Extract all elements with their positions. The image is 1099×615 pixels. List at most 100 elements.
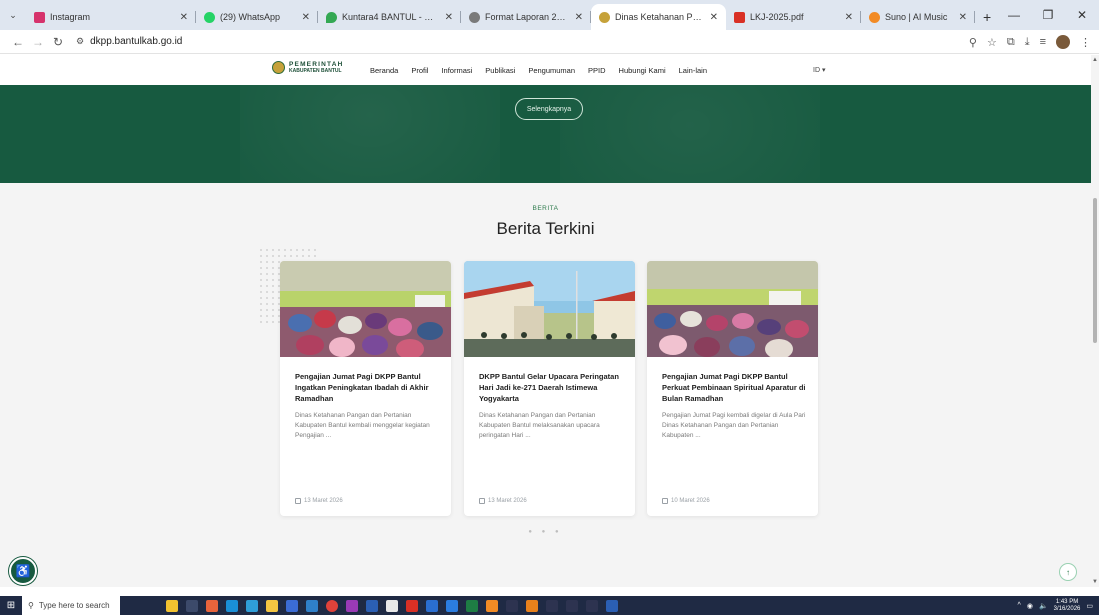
acrobat-icon[interactable] xyxy=(406,599,418,612)
news-card[interactable]: Pengajian Jumat Pagi DKPP Bantul Perkuat… xyxy=(647,261,818,516)
tray-chevron-up-icon[interactable]: ^ xyxy=(1018,602,1021,609)
tab-search-chevron-icon[interactable]: ⌄ xyxy=(0,0,26,30)
close-tab-icon[interactable]: ✕ xyxy=(845,12,853,23)
nav-lain-lain[interactable]: Lain-lain xyxy=(679,66,707,75)
tab-whatsapp[interactable]: (29) WhatsApp ✕ xyxy=(196,4,318,30)
reload-icon[interactable]: ↻ xyxy=(48,35,68,49)
nav-publikasi[interactable]: Publikasi xyxy=(485,66,515,75)
close-tab-icon[interactable]: ✕ xyxy=(302,12,310,23)
maximize-icon[interactable]: ❐ xyxy=(1031,0,1065,30)
close-tab-icon[interactable]: ✕ xyxy=(959,12,967,23)
nav-ppid[interactable]: PPID xyxy=(588,66,606,75)
illustrator-icon[interactable] xyxy=(526,599,538,612)
close-window-icon[interactable]: ✕ xyxy=(1065,0,1099,30)
capcut-icon-4[interactable] xyxy=(586,599,598,612)
pen-icon[interactable] xyxy=(386,599,398,612)
chrome-profile-icon[interactable] xyxy=(426,599,438,612)
news-photo-pengajian-aparatur[interactable] xyxy=(647,261,818,357)
site-settings-icon[interactable]: ⚙ xyxy=(76,36,84,47)
scrollbar-thumb[interactable] xyxy=(1093,198,1097,343)
premiere-icon[interactable] xyxy=(346,599,358,612)
capcut-icon-2[interactable] xyxy=(546,599,558,612)
bookmark-star-icon[interactable]: ☆ xyxy=(987,36,997,49)
chevron-down-icon: ▾ xyxy=(822,67,826,74)
news-card[interactable]: DKPP Bantul Gelar Upacara Peringatan Har… xyxy=(464,261,635,516)
carousel-pagination-dots[interactable]: ● ● ● xyxy=(0,529,1091,535)
photoshop-icon[interactable] xyxy=(366,599,378,612)
tab-google-maps[interactable]: Kuntara4 BANTUL - Google Ma ✕ xyxy=(318,4,461,30)
page-scrollbar[interactable]: ▲ ▼ xyxy=(1091,55,1099,587)
tab-lkj-pdf[interactable]: LKJ-2025.pdf ✕ xyxy=(726,4,861,30)
windows-start-icon[interactable]: ⊞ xyxy=(0,596,22,615)
url-field[interactable]: ⚙ dkpp.bantulkab.go.id xyxy=(76,36,182,47)
vlc-icon[interactable] xyxy=(486,599,498,612)
close-tab-icon[interactable]: ✕ xyxy=(710,12,718,23)
arrow-up-icon: ↑ xyxy=(1066,567,1070,577)
nav-beranda[interactable]: Beranda xyxy=(370,66,398,75)
scroll-down-arrow-icon[interactable]: ▼ xyxy=(1091,579,1099,585)
pdf-icon xyxy=(734,11,745,23)
volume-icon[interactable]: 🔈 xyxy=(1039,602,1048,610)
news-photo-upacara[interactable] xyxy=(464,261,635,357)
profile-avatar[interactable] xyxy=(1056,35,1070,49)
taskbar-search-box[interactable]: ⚲ Type here to search xyxy=(22,596,120,615)
minimize-icon[interactable]: — xyxy=(997,0,1031,30)
extensions-icon[interactable]: ⧉ xyxy=(1007,36,1015,49)
tab-title: Kuntara4 BANTUL - Google Ma xyxy=(342,12,440,22)
network-icon[interactable]: ◉ xyxy=(1027,602,1033,610)
store-icon[interactable] xyxy=(286,599,298,612)
chrome-icon[interactable] xyxy=(326,599,338,612)
nav-informasi[interactable]: Informasi xyxy=(441,66,472,75)
edge-icon[interactable] xyxy=(246,599,258,612)
accessibility-button[interactable]: ♿ xyxy=(9,557,37,585)
mail-icon[interactable] xyxy=(226,599,238,612)
clock-time: 1:43 PM xyxy=(1055,598,1079,605)
nav-profil[interactable]: Profil xyxy=(411,66,428,75)
taskbar-clock[interactable]: 1:43 PM 3/16/2026 xyxy=(1054,599,1081,613)
nav-pengumuman[interactable]: Pengumuman xyxy=(528,66,575,75)
calendar-icon xyxy=(479,498,485,504)
close-tab-icon[interactable]: ✕ xyxy=(180,12,188,23)
task-view-icon[interactable] xyxy=(186,599,198,612)
copilot-icon[interactable] xyxy=(206,599,218,612)
close-tab-icon[interactable]: ✕ xyxy=(445,12,453,23)
capcut-icon-3[interactable] xyxy=(566,599,578,612)
news-card-title[interactable]: Pengajian Jumat Pagi DKPP Bantul Ingatka… xyxy=(295,371,439,404)
site-logo[interactable]: PEMERINTAH KABUPATEN BANTUL xyxy=(272,61,344,74)
more-menu-icon[interactable]: ⋮ xyxy=(1080,36,1091,49)
close-tab-icon[interactable]: ✕ xyxy=(575,12,583,23)
file-explorer-icon[interactable] xyxy=(266,599,278,612)
forward-arrow-icon[interactable]: → xyxy=(28,35,48,49)
tab-suno[interactable]: Suno | AI Music ✕ xyxy=(861,4,975,30)
language-code: ID xyxy=(813,66,820,74)
photoshop-app-icon[interactable] xyxy=(446,599,458,612)
hero-more-button[interactable]: Selengkapnya xyxy=(515,98,583,120)
word-icon[interactable] xyxy=(606,599,618,612)
news-card-title[interactable]: Pengajian Jumat Pagi DKPP Bantul Perkuat… xyxy=(662,371,806,404)
tab-instagram[interactable]: Instagram ✕ xyxy=(26,4,196,30)
tab-dkpp-active[interactable]: Dinas Ketahanan Pangan dan P ✕ xyxy=(591,4,726,30)
scroll-up-arrow-icon[interactable]: ▲ xyxy=(1091,57,1099,63)
back-arrow-icon[interactable]: ← xyxy=(8,35,28,49)
section-title: Berita Terkini xyxy=(496,219,595,238)
download-icon[interactable]: ⤓ xyxy=(1025,36,1030,49)
new-tab-plus-icon[interactable]: + xyxy=(975,4,999,30)
notifications-icon[interactable]: ▭ xyxy=(1086,602,1093,610)
section-kicker: BERITA xyxy=(532,205,559,212)
widgets-icon[interactable] xyxy=(166,599,178,612)
tab-format-laporan[interactable]: Format Laporan 2025 ✕ xyxy=(461,4,591,30)
search-icon: ⚲ xyxy=(28,601,34,610)
nav-hubungi-kami[interactable]: Hubungi Kami xyxy=(619,66,666,75)
photos-icon[interactable] xyxy=(306,599,318,612)
news-card[interactable]: Pengajian Jumat Pagi DKPP Bantul Ingatka… xyxy=(280,261,451,516)
zoom-icon[interactable]: ⚲ xyxy=(969,36,977,49)
news-card-title[interactable]: DKPP Bantul Gelar Upacara Peringatan Har… xyxy=(479,371,623,404)
capcut-icon[interactable] xyxy=(506,599,518,612)
taskbar-pinned-apps xyxy=(166,599,618,612)
date-text: 13 Maret 2026 xyxy=(304,498,343,504)
reading-list-icon[interactable]: ≡ xyxy=(1040,36,1046,48)
scroll-to-top-button[interactable]: ↑ xyxy=(1059,563,1077,581)
news-photo-pengajian[interactable] xyxy=(280,261,451,357)
excel-icon[interactable] xyxy=(466,599,478,612)
language-selector[interactable]: ID ▾ xyxy=(813,55,826,85)
